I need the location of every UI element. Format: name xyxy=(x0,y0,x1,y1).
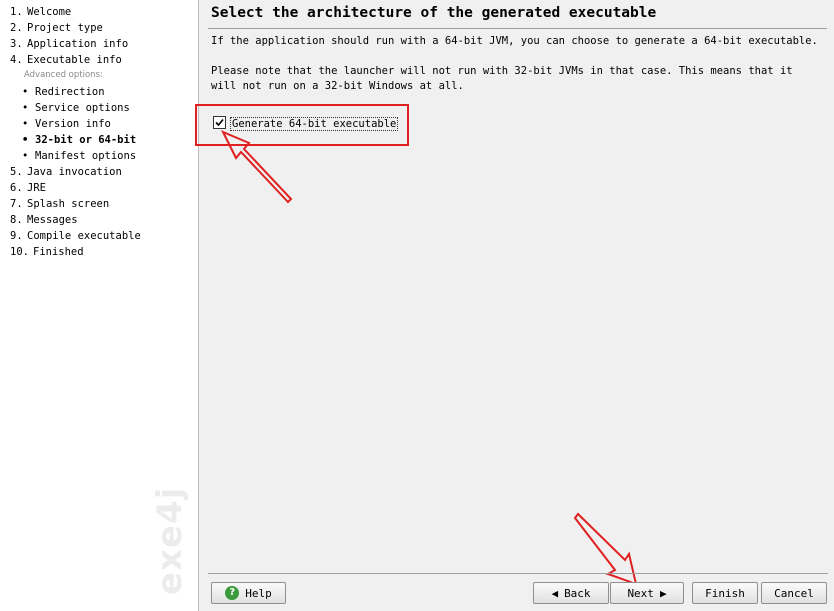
sidebar-sub-32-or-64-bit[interactable]: • 32-bit or 64-bit xyxy=(22,132,136,148)
next-button[interactable]: Next ▶ xyxy=(610,582,684,604)
bullet-icon: • xyxy=(22,86,29,98)
bullet-icon: • xyxy=(22,134,29,146)
back-button[interactable]: ◀ Back xyxy=(533,582,609,604)
sidebar-step-java-invocation[interactable]: 5. Java invocation xyxy=(10,164,122,180)
help-button[interactable]: ? Help xyxy=(211,582,286,604)
sidebar-step-welcome[interactable]: 1. Welcome xyxy=(10,4,71,20)
annotation-arrow-icon xyxy=(220,130,293,204)
advanced-options-label: Advanced options: xyxy=(24,70,103,80)
triangle-right-icon: ▶ xyxy=(659,586,667,600)
bullet-icon: • xyxy=(22,118,29,130)
sidebar-step-project-type[interactable]: 2. Project type xyxy=(10,20,103,36)
sidebar: 1. Welcome 2. Project type 3. Application i… xyxy=(0,0,199,611)
sidebar-sub-manifest-options[interactable]: • Manifest options xyxy=(22,148,136,164)
sidebar-step-compile-executable[interactable]: 9. Compile executable xyxy=(10,228,141,244)
title-divider xyxy=(208,28,827,29)
sidebar-sub-service-options[interactable]: • Service options xyxy=(22,100,130,116)
bullet-icon: • xyxy=(22,150,29,162)
sidebar-step-finished[interactable]: 10. Finished xyxy=(10,244,84,260)
bullet-icon: • xyxy=(22,102,29,114)
triangle-left-icon: ◀ xyxy=(551,586,559,600)
sidebar-step-jre[interactable]: 6. JRE xyxy=(10,180,46,196)
bottom-divider xyxy=(208,573,828,574)
sidebar-sub-version-info[interactable]: • Version info xyxy=(22,116,111,132)
help-icon: ? xyxy=(225,586,240,600)
sidebar-step-executable-info[interactable]: 4. Executable info xyxy=(10,52,122,68)
description-paragraph-2: Please note that the launcher will not r… xyxy=(211,65,793,92)
page-title: Select the architecture of the generated… xyxy=(211,5,657,21)
description-paragraph-1: If the application should run with a 64-… xyxy=(211,35,818,47)
finish-button[interactable]: Finish xyxy=(692,582,758,604)
sidebar-step-application-info[interactable]: 3. Application info xyxy=(10,36,128,52)
cancel-button[interactable]: Cancel xyxy=(761,582,827,604)
exe4j-logo: exe4j xyxy=(150,486,190,595)
sidebar-sub-redirection[interactable]: • Redirection xyxy=(22,84,105,100)
sidebar-step-messages[interactable]: 8. Messages xyxy=(10,212,78,228)
sidebar-step-splash-screen[interactable]: 7. Splash screen xyxy=(10,196,109,212)
